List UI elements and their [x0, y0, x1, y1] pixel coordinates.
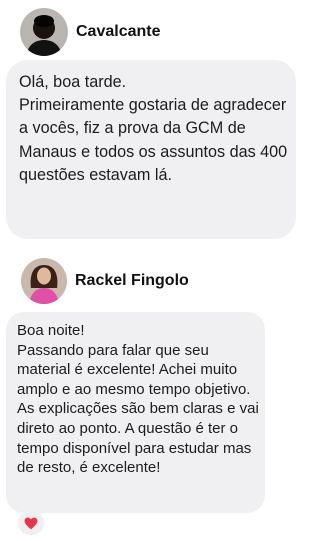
avatar[interactable]: [20, 8, 68, 56]
comments-screen: Cavalcante Olá, boa tarde. Primeiramente…: [0, 0, 303, 541]
heart-icon: [24, 517, 38, 529]
comment-header: Cavalcante: [20, 8, 161, 56]
author-name[interactable]: Rackel Fingolo: [75, 272, 189, 290]
comment-header: Rackel Fingolo: [21, 258, 189, 304]
avatar[interactable]: [21, 258, 67, 304]
comment-text: Olá, boa tarde. Primeiramente gostaria d…: [19, 73, 288, 184]
reaction-badge[interactable]: [18, 511, 44, 535]
comment-text: Boa noite! Passando para falar que seu m…: [17, 322, 259, 477]
comment-bubble: Olá, boa tarde. Primeiramente gostaria d…: [6, 60, 296, 239]
author-name[interactable]: Cavalcante: [76, 23, 161, 41]
profile-photo-icon: [21, 258, 67, 304]
profile-photo-icon: [20, 8, 68, 56]
comment-bubble: Boa noite! Passando para falar que seu m…: [6, 312, 265, 513]
